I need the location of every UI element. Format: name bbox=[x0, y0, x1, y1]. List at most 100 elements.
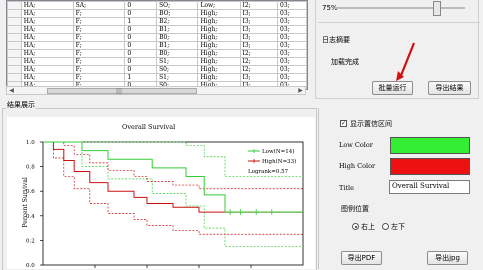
table-cell[interactable]: F; bbox=[72, 73, 126, 82]
table-cell[interactable]: I3; bbox=[239, 9, 279, 18]
table-cell[interactable]: 03; bbox=[277, 73, 307, 82]
table-row[interactable]: HA; F; 1 B2; High; I3; 03; bbox=[7, 17, 307, 26]
table-row[interactable]: HA; F; 0 BO; High; I3; 03; bbox=[7, 9, 307, 18]
table-cell[interactable]: 0 bbox=[124, 65, 158, 74]
table-cell[interactable]: SA; bbox=[72, 1, 126, 10]
table-cell[interactable]: 03; bbox=[277, 25, 307, 34]
table-cell[interactable]: I2; bbox=[239, 65, 279, 74]
table-cell[interactable]: S1; bbox=[156, 73, 199, 82]
table-row[interactable]: HA; F; 0 S0; High; I2; 03; bbox=[7, 65, 307, 74]
table-cell[interactable]: I2; bbox=[239, 49, 279, 58]
table-cell[interactable]: I3; bbox=[239, 41, 279, 50]
table-cell[interactable]: 0 bbox=[124, 25, 158, 34]
legend-bottom-left-radio[interactable] bbox=[382, 223, 389, 230]
table-cell[interactable]: 0 bbox=[124, 9, 158, 18]
low-color-swatch[interactable] bbox=[390, 137, 470, 154]
table-row[interactable]: HA; F; 0 B0; High; I2; 03; bbox=[7, 49, 307, 58]
table-cell[interactable]: HA; bbox=[20, 49, 74, 58]
table-cell[interactable]: HA; bbox=[20, 33, 74, 42]
table-cell[interactable]: High; bbox=[197, 49, 241, 58]
table-cell[interactable]: HA; bbox=[20, 41, 74, 50]
opacity-slider-thumb[interactable] bbox=[433, 1, 441, 16]
batch-run-button[interactable]: 批量运行 bbox=[372, 81, 413, 95]
table-cell[interactable]: 03; bbox=[277, 41, 307, 50]
table-cell[interactable]: S1; bbox=[156, 57, 199, 66]
row-header[interactable] bbox=[7, 17, 22, 26]
legend-top-right-radio[interactable] bbox=[352, 223, 359, 230]
high-color-swatch[interactable] bbox=[390, 158, 470, 175]
row-header[interactable] bbox=[7, 49, 22, 58]
table-cell[interactable]: I3; bbox=[239, 17, 279, 26]
data-table[interactable]: HA; SA; 0 SO; Low; I2; 03; HA; F; 0 BO; High; I3; 03;… bbox=[6, 0, 308, 90]
row-header[interactable] bbox=[7, 9, 22, 18]
table-cell[interactable]: HA; bbox=[20, 73, 74, 82]
table-cell[interactable]: HA; bbox=[20, 1, 74, 10]
show-ci-checkbox[interactable]: ✓ bbox=[340, 120, 347, 127]
table-cell[interactable]: 0 bbox=[124, 33, 158, 42]
table-row[interactable]: HA; F; 1 S1; High; I3; 03; bbox=[7, 73, 307, 82]
table-cell[interactable]: 0 bbox=[124, 49, 158, 58]
table-cell[interactable]: F; bbox=[72, 9, 126, 18]
table-horizontal-scrollbar[interactable]: ◀ ||| ▶ bbox=[6, 86, 306, 95]
table-cell[interactable]: 0 bbox=[124, 1, 158, 10]
table-cell[interactable]: 03; bbox=[277, 65, 307, 74]
table-cell[interactable]: HA; bbox=[20, 57, 74, 66]
table-cell[interactable]: SO; bbox=[156, 1, 199, 10]
table-cell[interactable]: High; bbox=[197, 33, 241, 42]
table-cell[interactable]: 03; bbox=[277, 57, 307, 66]
table-cell[interactable]: B0; bbox=[156, 49, 199, 58]
table-cell[interactable]: F; bbox=[72, 49, 126, 58]
table-cell[interactable]: 03; bbox=[277, 49, 307, 58]
export-result-button[interactable]: 导出结果 bbox=[428, 81, 471, 95]
table-cell[interactable]: I2; bbox=[239, 1, 279, 10]
table-cell[interactable]: F; bbox=[72, 41, 126, 50]
table-cell[interactable]: BO; bbox=[156, 9, 199, 18]
table-cell[interactable]: 0 bbox=[124, 57, 158, 66]
table-cell[interactable]: Low; bbox=[197, 1, 241, 10]
table-cell[interactable]: HA; bbox=[20, 65, 74, 74]
table-cell[interactable]: I3; bbox=[239, 33, 279, 42]
table-cell[interactable]: High; bbox=[197, 17, 241, 26]
row-header[interactable] bbox=[7, 33, 22, 42]
table-cell[interactable]: S0; bbox=[156, 65, 199, 74]
table-cell[interactable]: High; bbox=[197, 41, 241, 50]
table-row[interactable]: HA; SA; 0 SO; Low; I2; 03; bbox=[7, 1, 307, 10]
table-cell[interactable]: High; bbox=[197, 57, 241, 66]
table-cell[interactable]: B0; bbox=[156, 33, 199, 42]
table-cell[interactable]: I3; bbox=[239, 25, 279, 34]
export-jpg-button[interactable]: 导出jpg bbox=[427, 251, 468, 265]
table-row[interactable]: HA; F; 0 B0; High; I3; 03; bbox=[7, 33, 307, 42]
table-cell[interactable]: 03; bbox=[277, 1, 307, 10]
export-pdf-button[interactable]: 导出PDF bbox=[341, 251, 382, 265]
table-cell[interactable]: High; bbox=[197, 65, 241, 74]
table-cell[interactable]: F; bbox=[72, 33, 126, 42]
title-input[interactable]: Overall Survival bbox=[389, 180, 470, 194]
table-cell[interactable]: B1; bbox=[156, 25, 199, 34]
table-cell[interactable]: High; bbox=[197, 25, 241, 34]
row-header[interactable] bbox=[7, 41, 22, 50]
table-cell[interactable]: 03; bbox=[277, 9, 307, 18]
row-header[interactable] bbox=[7, 57, 22, 66]
table-cell[interactable]: HA; bbox=[20, 17, 74, 26]
table-row[interactable]: HA; F; 0 B1; High; I3; 03; bbox=[7, 41, 307, 50]
table-cell[interactable]: 1 bbox=[124, 17, 158, 26]
table-cell[interactable]: I2; bbox=[239, 57, 279, 66]
table-cell[interactable]: High; bbox=[197, 73, 241, 82]
table-row[interactable]: HA; F; 0 B1; High; I3; 03; bbox=[7, 25, 307, 34]
table-cell[interactable]: HA; bbox=[20, 25, 74, 34]
table-cell[interactable]: 0 bbox=[124, 41, 158, 50]
table-cell[interactable]: I3; bbox=[239, 73, 279, 82]
table-cell[interactable]: B2; bbox=[156, 17, 199, 26]
table-cell[interactable]: B1; bbox=[156, 41, 199, 50]
row-header[interactable] bbox=[7, 65, 22, 74]
scroll-right-icon[interactable]: ▶ bbox=[296, 87, 305, 94]
scroll-thumb[interactable]: ||| bbox=[47, 88, 197, 95]
opacity-slider-track[interactable] bbox=[335, 7, 465, 9]
scroll-left-icon[interactable]: ◀ bbox=[7, 87, 16, 94]
table-cell[interactable]: F; bbox=[72, 57, 126, 66]
table-row[interactable]: HA; F; 0 S1; High; I2; 03; bbox=[7, 57, 307, 66]
table-cell[interactable]: F; bbox=[72, 17, 126, 26]
table-cell[interactable]: F; bbox=[72, 65, 126, 74]
row-header[interactable] bbox=[7, 1, 22, 10]
table-cell[interactable]: High; bbox=[197, 9, 241, 18]
